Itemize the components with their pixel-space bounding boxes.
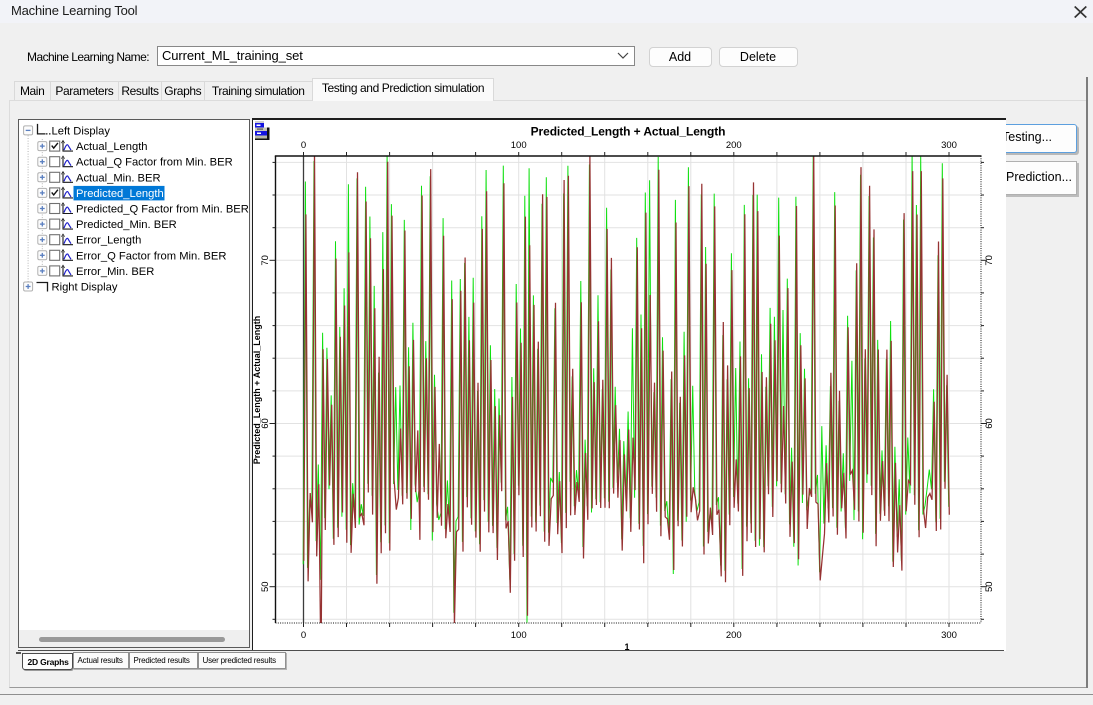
svg-text:100: 100	[510, 140, 526, 151]
svg-text:Predicted_Length: Predicted_Length	[76, 187, 164, 199]
svg-text:Error_Q Factor from Min. BER: Error_Q Factor from Min. BER	[76, 250, 226, 262]
svg-text:Actual_Min. BER: Actual_Min. BER	[76, 172, 161, 184]
svg-text:0: 0	[300, 630, 305, 641]
svg-text:50: 50	[260, 581, 271, 592]
svg-text:50: 50	[984, 581, 995, 592]
svg-text:Predicted_Length + Actual_Leng: Predicted_Length + Actual_Length	[253, 315, 262, 463]
svg-text:Actual_Q Factor from Min. BER: Actual_Q Factor from Min. BER	[76, 156, 233, 168]
svg-text:Error_Min. BER: Error_Min. BER	[76, 265, 154, 277]
svg-text:0: 0	[300, 140, 305, 151]
svg-text:300: 300	[941, 630, 957, 641]
svg-text:300: 300	[941, 140, 957, 151]
svg-text:Right Display: Right Display	[52, 281, 118, 293]
svg-text:Predicted_Q Factor from Min. B: Predicted_Q Factor from Min. BER	[76, 203, 249, 215]
svg-text:200: 200	[725, 630, 741, 641]
svg-text:Error_Length: Error_Length	[76, 234, 141, 246]
svg-text:70: 70	[260, 255, 271, 266]
svg-text:60: 60	[984, 418, 995, 429]
svg-text:Predicted_Min. BER: Predicted_Min. BER	[76, 219, 177, 231]
svg-text:Predicted_Length + Actual_Leng: Predicted_Length + Actual_Length	[530, 124, 725, 138]
svg-text:Actual_Length: Actual_Length	[76, 141, 148, 153]
svg-text:100: 100	[510, 630, 526, 641]
svg-text:70: 70	[984, 255, 995, 266]
svg-text:Left Display: Left Display	[52, 125, 111, 137]
svg-text:200: 200	[725, 140, 741, 151]
